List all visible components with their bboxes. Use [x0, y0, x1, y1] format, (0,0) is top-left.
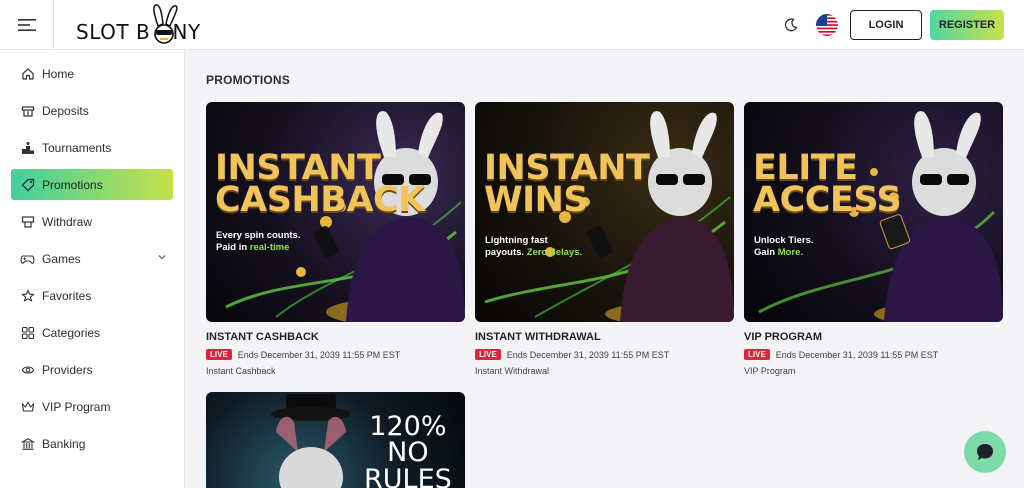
- promo-end-date: Ends December 31, 2039 11:55 PM EST: [775, 349, 939, 360]
- gamepad-icon: [20, 251, 35, 266]
- promo-subtitle: VIP Program: [744, 366, 796, 376]
- sidebar-item-label: Withdraw: [42, 214, 93, 229]
- promo-end-date: Ends December 31, 2039 11:55 PM EST: [506, 349, 670, 360]
- bunny-logo-icon: [153, 4, 178, 44]
- sidebar-item-label: Favorites: [42, 288, 92, 303]
- sidebar-item-label: Deposits: [42, 103, 89, 118]
- promo-tagline: Unlock Tiers. Gain More.: [754, 235, 814, 258]
- promo-card-no-rules[interactable]: 120% NO RULES: [206, 392, 465, 488]
- sidebar-item-label: Banking: [42, 436, 86, 451]
- sidebar-item-categories[interactable]: Categories: [11, 317, 173, 348]
- menu-toggle-button[interactable]: [0, 0, 54, 50]
- sidebar-item-withdraw[interactable]: Withdraw: [11, 206, 173, 237]
- sidebar-item-tournaments[interactable]: Tournaments: [11, 132, 173, 163]
- hamburger-icon: [17, 19, 36, 31]
- chevron-down-icon[interactable]: [157, 252, 167, 262]
- sidebar-item-label: Categories: [42, 325, 101, 340]
- sidebar-item-games[interactable]: Games: [11, 243, 173, 274]
- star-icon: [20, 288, 35, 303]
- promo-card-instant-cashback[interactable]: INSTANT CASHBACK Every spin counts. Paid…: [206, 102, 465, 376]
- sidebar-item-label: Providers: [42, 362, 93, 377]
- deposit-icon: [20, 103, 35, 118]
- promo-title[interactable]: INSTANT WITHDRAWAL: [475, 331, 734, 343]
- site-logo[interactable]: SLOT B NNY: [76, 4, 201, 46]
- bank-icon: [20, 436, 35, 451]
- sidebar: Home Deposits Tournaments Promotions Wit…: [0, 50, 185, 488]
- promo-headline: INSTANT CASHBACK: [215, 148, 425, 221]
- promo-banner[interactable]: INSTANT WINS Lightning fast payouts. Zer…: [475, 102, 734, 322]
- page-title: PROMOTIONS: [206, 73, 291, 87]
- chat-bubble-icon: [977, 444, 993, 460]
- sidebar-item-home[interactable]: Home: [11, 58, 173, 89]
- sidebar-item-favorites[interactable]: Favorites: [11, 280, 173, 311]
- promo-title[interactable]: INSTANT CASHBACK: [206, 331, 465, 343]
- sidebar-item-label: Promotions: [42, 177, 103, 192]
- podium-icon: [20, 140, 35, 155]
- promo-title[interactable]: VIP PROGRAM: [744, 331, 1003, 343]
- tag-icon: [20, 177, 35, 192]
- us-flag-icon[interactable]: [816, 14, 838, 36]
- crown-icon: [20, 399, 35, 414]
- withdraw-icon: [20, 214, 35, 229]
- promo-banner[interactable]: 120% NO RULES: [206, 392, 465, 488]
- promo-banner[interactable]: INSTANT CASHBACK Every spin counts. Paid…: [206, 102, 465, 322]
- promo-headline: INSTANT WINS: [484, 148, 650, 221]
- promo-card-vip-program[interactable]: ELITE ACCESS Unlock Tiers. Gain More. VI…: [744, 102, 1003, 376]
- sidebar-item-label: Games: [42, 251, 81, 266]
- promo-meta: LIVE Ends December 31, 2039 11:55 PM EST: [206, 349, 465, 360]
- promo-card-instant-withdrawal[interactable]: INSTANT WINS Lightning fast payouts. Zer…: [475, 102, 734, 376]
- sidebar-item-vip-program[interactable]: VIP Program: [11, 391, 173, 422]
- register-button[interactable]: REGISTER: [930, 10, 1004, 40]
- promo-meta: LIVE Ends December 31, 2039 11:55 PM EST: [744, 349, 1003, 360]
- promo-subtitle: Instant Cashback: [206, 366, 276, 376]
- promo-banner[interactable]: ELITE ACCESS Unlock Tiers. Gain More.: [744, 102, 1003, 322]
- live-badge: LIVE: [744, 349, 770, 360]
- dark-mode-toggle[interactable]: [782, 16, 800, 34]
- sidebar-item-label: Tournaments: [42, 140, 112, 155]
- sidebar-item-providers[interactable]: Providers: [11, 354, 173, 385]
- main-content: PROMOTIONS INSTANT CASHBACK Every spin c…: [186, 50, 1024, 488]
- promo-tagline: Every spin counts. Paid in real-time: [216, 230, 301, 253]
- live-badge: LIVE: [475, 349, 501, 360]
- home-icon: [20, 66, 35, 81]
- promo-subtitle: Instant Withdrawal: [475, 366, 550, 376]
- providers-icon: [20, 362, 35, 377]
- live-chat-button[interactable]: [964, 431, 1006, 473]
- login-button[interactable]: LOGIN: [850, 10, 922, 40]
- promo-headline: 120% NO RULES: [364, 411, 452, 488]
- sidebar-item-banking[interactable]: Banking: [11, 428, 173, 459]
- sidebar-item-label: VIP Program: [42, 399, 111, 414]
- promo-end-date: Ends December 31, 2039 11:55 PM EST: [237, 349, 401, 360]
- top-header: SLOT B NNY LOGIN REGISTER: [0, 0, 1024, 50]
- grid-icon: [20, 325, 35, 340]
- live-badge: LIVE: [206, 349, 232, 360]
- moon-icon: [784, 18, 798, 32]
- promo-meta: LIVE Ends December 31, 2039 11:55 PM EST: [475, 349, 734, 360]
- sidebar-item-deposits[interactable]: Deposits: [11, 95, 173, 126]
- promo-tagline: Lightning fast payouts. Zero delays.: [485, 235, 583, 258]
- promo-headline: ELITE ACCESS: [753, 148, 902, 221]
- sidebar-item-promotions[interactable]: Promotions: [11, 169, 173, 200]
- sidebar-item-label: Home: [42, 66, 75, 81]
